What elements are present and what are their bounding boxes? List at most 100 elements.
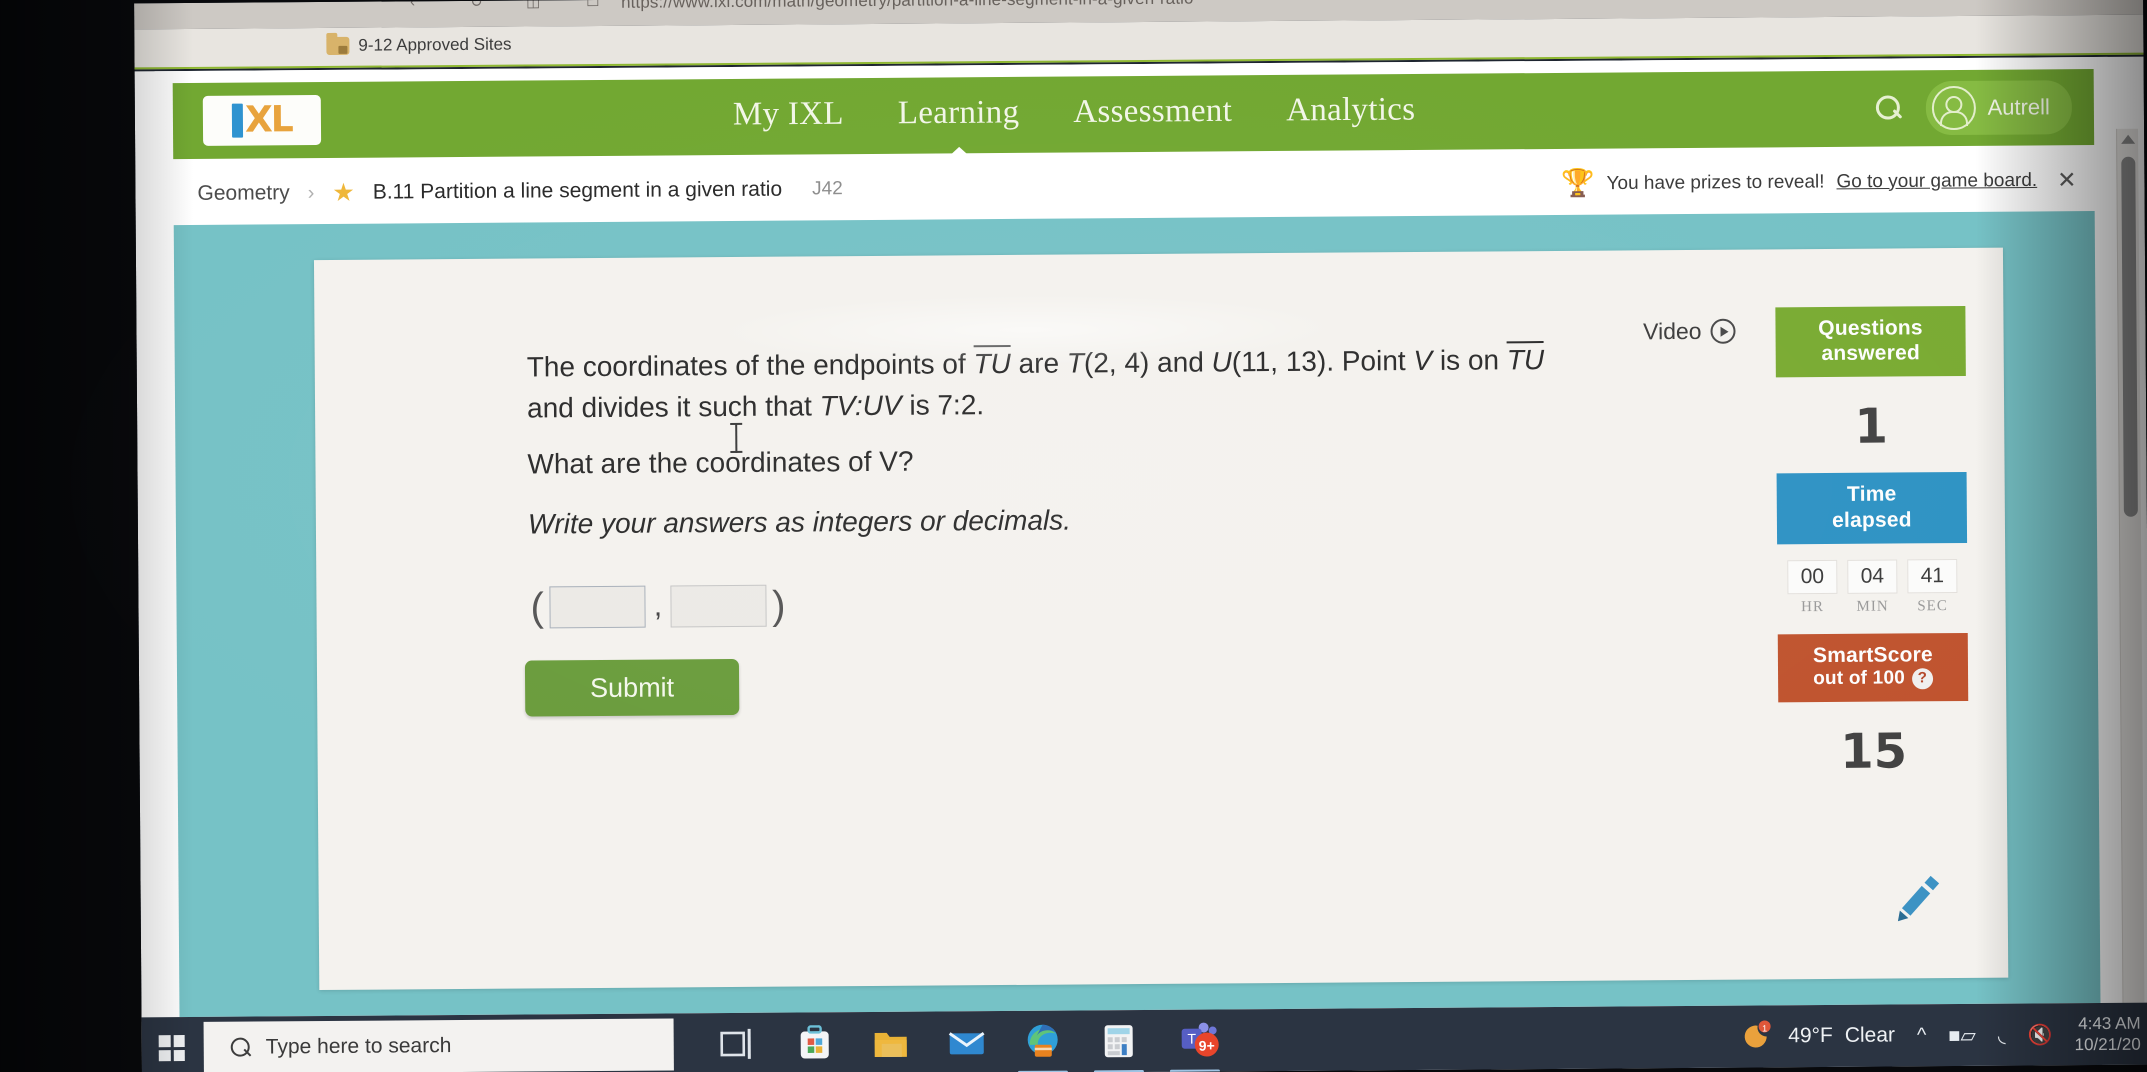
timer-seconds: 41 SEC — [1907, 558, 1958, 615]
breadcrumb-subject[interactable]: Geometry — [197, 181, 289, 206]
bookmark-folder-approved-sites[interactable]: 9-12 Approved Sites — [326, 35, 512, 56]
volume-muted-icon[interactable]: 🔇 — [2028, 1022, 2053, 1047]
teams-badge-count: 9+ — [1199, 1037, 1215, 1053]
scrollbar-thumb[interactable] — [2121, 156, 2138, 517]
q-part-2: are — [1010, 347, 1067, 379]
game-board-link[interactable]: Go to your game board. — [1836, 169, 2037, 192]
scroll-up-arrow-icon[interactable] — [2120, 134, 2135, 144]
q-part-8: . — [976, 389, 985, 421]
reading-view-icon[interactable]: ☐ — [586, 0, 600, 10]
questions-answered-value: 1 — [1854, 398, 1889, 456]
read-aloud-icon[interactable]: A⁺ — [1584, 0, 1602, 3]
pencil-icon[interactable] — [1883, 866, 1949, 932]
wifi-icon[interactable]: ◟ — [1998, 1022, 2006, 1047]
help-icon[interactable]: ? — [1911, 668, 1934, 690]
taskbar-search-placeholder: Type here to search — [265, 1034, 452, 1059]
timer-row: 00 HR 04 MIN 41 SEC — [1777, 543, 1968, 616]
question-prompt-b: ? — [897, 445, 914, 477]
favorite-star-icon[interactable]: ★ — [332, 178, 355, 206]
folder-icon — [326, 36, 350, 55]
nav-item-my-ixl[interactable]: My IXL — [733, 96, 844, 138]
nav-links: My IXL Learning Assessment Analytics — [733, 91, 1416, 137]
search-icon — [230, 1037, 252, 1059]
time-elapsed-header: Time elapsed — [1776, 472, 1968, 545]
breadcrumb-left: Geometry › ★ B.11 Partition a line segme… — [197, 177, 842, 207]
video-link[interactable]: Video — [1643, 318, 1736, 346]
close-icon[interactable]: ✕ — [2057, 167, 2076, 194]
ixl-navbar: XL My IXL Learning Assessment Analytics … — [172, 69, 2095, 160]
q-part-1: The coordinates of the endpoints of — [526, 348, 974, 383]
prize-banner: 🏆 You have prizes to reveal! Go to your … — [1560, 167, 2077, 199]
page-scrollbar[interactable] — [2116, 128, 2145, 1003]
history-icon[interactable]: ↺ — [1848, 0, 1861, 1]
segment-tu-2: TU — [1506, 341, 1545, 376]
smartscore-head-line2-row: out of 100 ? — [1784, 667, 1962, 691]
clock-time: 4:43 AM — [2078, 1013, 2141, 1033]
questions-answered-head-line1: Questions — [1818, 316, 1923, 341]
answer-y-input[interactable] — [670, 584, 767, 628]
submit-button[interactable]: Submit — [524, 658, 740, 717]
calculator-icon[interactable] — [1098, 1020, 1140, 1062]
start-button[interactable] — [142, 1017, 202, 1072]
svg-text:1: 1 — [1762, 1023, 1767, 1033]
point-t-label: T — [1066, 347, 1085, 379]
taskbar-clock[interactable]: 4:43 AM 10/21/20 — [2074, 1012, 2141, 1055]
ixl-logo[interactable]: XL — [202, 95, 322, 146]
weather-widget[interactable]: 1 49°F Clear — [1742, 1018, 1895, 1053]
content-band: The coordinates of the endpoints of TU a… — [173, 211, 2101, 1018]
answer-comma: , — [653, 589, 663, 623]
play-circle-icon[interactable] — [1710, 318, 1736, 344]
point-u-label: U — [1211, 346, 1232, 378]
tabs-icon[interactable]: ◫ — [526, 0, 540, 11]
task-view-icon[interactable] — [718, 1023, 760, 1065]
windows-start-icon — [158, 1035, 185, 1062]
smartscore-value: 15 — [1840, 723, 1908, 780]
chevron-up-icon[interactable]: ^ — [1917, 1024, 1927, 1047]
file-explorer-icon[interactable] — [870, 1022, 912, 1064]
smartscore-head-line2: out of 100 — [1813, 667, 1906, 690]
user-menu[interactable]: Autrell — [1925, 80, 2073, 136]
timer-hours-label: HR — [1801, 598, 1825, 615]
browser-viewport: XL My IXL Learning Assessment Analytics … — [134, 56, 2147, 1072]
timer-hours-value: 00 — [1787, 559, 1838, 595]
question-instruction: Write your answers as integers or decima… — [527, 504, 1072, 540]
microsoft-store-icon[interactable] — [794, 1022, 836, 1064]
nav-item-analytics[interactable]: Analytics — [1286, 91, 1415, 133]
smartscore-panel: SmartScore out of 100 ? 15 — [1777, 632, 1969, 794]
collections-icon[interactable]: ☉ — [1714, 0, 1728, 2]
prize-text: You have prizes to reveal! — [1606, 170, 1825, 194]
point-u-coords: (11, 13) — [1231, 345, 1327, 378]
timer-minutes-value: 04 — [1847, 559, 1898, 594]
mail-icon[interactable] — [946, 1021, 988, 1063]
favorite-star-icon[interactable]: ☆ — [1646, 0, 1660, 2]
back-arrow-icon[interactable]: ‹ — [410, 0, 415, 10]
laptop-screen: ‹ ↻ ◫ ☐ https://www.ixl.com/math/geometr… — [134, 0, 2147, 1072]
trophy-icon: 🏆 — [1560, 168, 1595, 199]
reload-icon[interactable]: ↻ — [470, 0, 483, 11]
favorites-bar-icon[interactable]: ☰ — [1782, 0, 1796, 1]
taskbar-search[interactable]: Type here to search — [203, 1018, 674, 1072]
nav-item-assessment[interactable]: Assessment — [1073, 93, 1232, 135]
ratio-value: 7:2 — [937, 389, 977, 421]
weather-condition: Clear — [1844, 1023, 1896, 1047]
breadcrumb-separator: › — [307, 181, 315, 204]
search-icon[interactable] — [1873, 93, 1903, 123]
nav-item-learning[interactable]: Learning — [898, 94, 1020, 136]
stats-rail: Questions answered 1 Time elapsed 00 HR … — [1775, 305, 1969, 794]
nav-right-group: Autrell — [1873, 80, 2073, 136]
timer-minutes-label: MIN — [1856, 598, 1889, 615]
moon-icon: 1 — [1744, 1020, 1771, 1048]
timer-minutes: 04 MIN — [1847, 559, 1898, 615]
address-bar[interactable]: https://www.ixl.com/math/geometry/partit… — [621, 0, 1194, 13]
ratio-segments-label: TV:UV — [819, 390, 902, 422]
q-part-5: is on — [1431, 344, 1507, 376]
questions-answered-panel: Questions answered 1 — [1775, 305, 1966, 470]
smartscore-head-line1: SmartScore — [1812, 642, 1933, 667]
microsoft-teams-icon[interactable]: T 9+ — [1174, 1019, 1219, 1061]
clock-date: 10/21/20 — [2074, 1034, 2141, 1055]
time-elapsed-panel: Time elapsed 00 HR 04 MIN 41 SEC — [1776, 472, 1968, 616]
battery-icon[interactable]: ■▱ — [1948, 1022, 1976, 1047]
q-part-3: and — [1149, 346, 1212, 378]
microsoft-edge-icon[interactable] — [1022, 1021, 1064, 1063]
answer-x-input[interactable] — [549, 585, 647, 629]
